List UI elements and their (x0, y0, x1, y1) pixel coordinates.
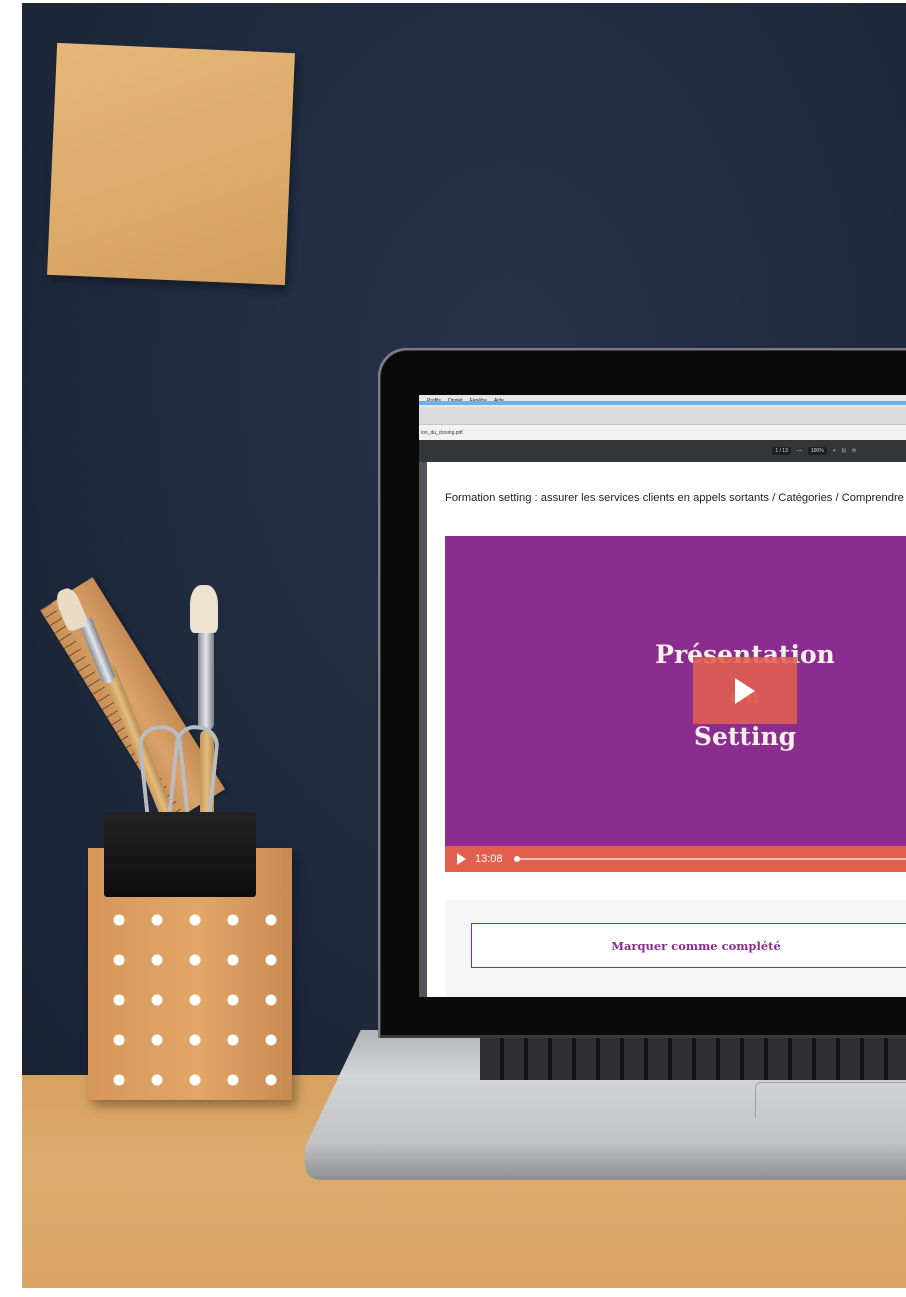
play-icon (735, 677, 755, 704)
video-title-line3: Setting (693, 722, 797, 751)
file-name: ion_du_closing.pdf (421, 429, 463, 436)
video-player[interactable]: Présentation du Setting 13:08 (445, 536, 906, 872)
pdf-toolbar: 1 / 13 — 100% + ⊡ ⟲ (419, 440, 906, 462)
photo-scene: Profils Onglet Fenêtre Aide ion_du_closi… (0, 0, 906, 1297)
video-controls: 13:08 (445, 846, 906, 872)
breadcrumb: Formation setting : assurer les services… (445, 492, 904, 504)
sticky-note (47, 42, 295, 286)
zoom-level[interactable]: 100% (807, 447, 827, 455)
zoom-out-button[interactable]: — (797, 448, 802, 454)
rotate-icon[interactable]: ⟲ (852, 448, 856, 454)
image-border-left (0, 0, 22, 1297)
paintbrush-bristles (190, 585, 218, 633)
image-border-bottom (0, 1288, 906, 1297)
pdf-page: Formation setting : assurer les services… (427, 462, 906, 997)
video-scrubber[interactable] (513, 856, 906, 862)
zoom-in-button[interactable]: + (833, 448, 836, 454)
play-small-icon[interactable] (457, 853, 466, 865)
polka-dots (100, 900, 280, 1090)
window-accent-bar (419, 401, 906, 405)
completion-card: Marquer comme complété (445, 900, 906, 997)
binder-clip (104, 812, 256, 897)
browser-address-bar[interactable]: ion_du_closing.pdf (419, 425, 906, 440)
browser-tabbar (419, 407, 906, 425)
laptop-trackpad (755, 1082, 906, 1118)
mark-complete-button[interactable]: Marquer comme complété (471, 923, 906, 968)
laptop-screen: Profils Onglet Fenêtre Aide ion_du_closi… (419, 395, 906, 997)
laptop-keyboard (480, 1036, 906, 1080)
paintbrush-ferrule (198, 630, 214, 730)
fit-page-icon[interactable]: ⊡ (842, 448, 846, 454)
page-indicator[interactable]: 1 / 13 (772, 447, 791, 455)
scrubber-knob[interactable] (513, 856, 520, 862)
play-button[interactable] (693, 657, 797, 724)
video-timestamp: 13:08 (475, 853, 503, 865)
image-border-top (0, 0, 906, 3)
pdf-gutter (419, 462, 427, 997)
